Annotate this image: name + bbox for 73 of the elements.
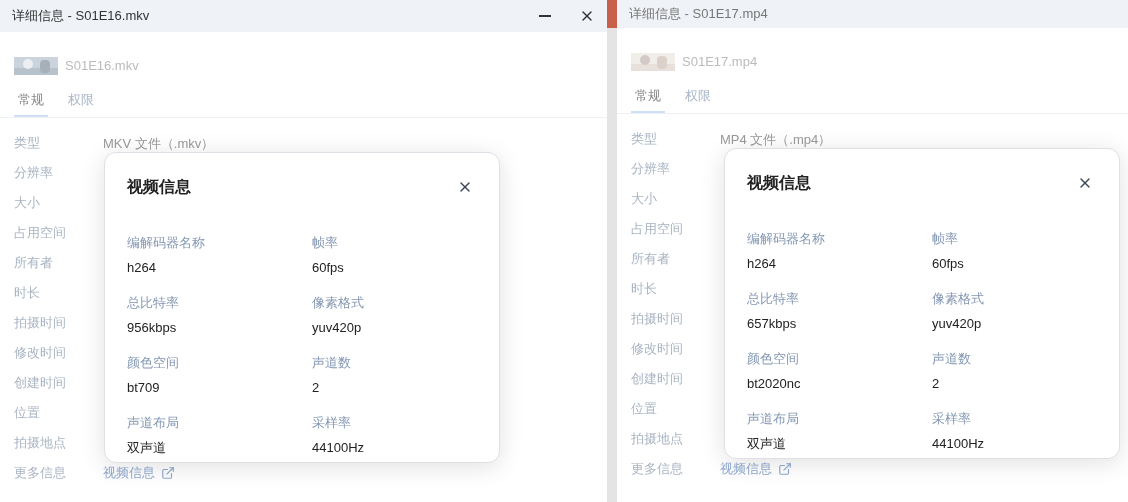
field-label: 像素格式 <box>932 290 985 308</box>
property-label: 位置 <box>14 404 41 423</box>
property-label: 时长 <box>631 280 658 299</box>
field-label: 声道布局 <box>127 414 180 432</box>
field-value: 双声道 <box>127 438 167 457</box>
field-value: 60fps <box>312 258 345 277</box>
field-value: 60fps <box>932 254 965 273</box>
external-link-icon <box>778 462 792 476</box>
field-value: bt2020nc <box>747 374 802 393</box>
field-label: 颜色空间 <box>127 354 180 372</box>
property-label: 所有者 <box>14 254 54 273</box>
field-value: 2 <box>312 378 321 397</box>
property-label: 更多信息 <box>631 460 684 479</box>
property-label: 创建时间 <box>14 374 67 393</box>
field-label: 像素格式 <box>312 294 365 312</box>
property-value: MKV 文件（.mkv） <box>103 135 215 151</box>
property-label: 大小 <box>14 194 41 213</box>
field-label: 声道数 <box>312 354 352 372</box>
field-value: h264 <box>747 254 777 273</box>
property-label: 更多信息 <box>14 464 67 483</box>
window-title: 详细信息 - S01E16.mkv <box>12 7 150 26</box>
video-info-link[interactable]: 视频信息 <box>720 459 792 479</box>
window-title: 详细信息 - S01E17.mp4 <box>629 5 768 24</box>
property-label: 类型 <box>14 134 41 153</box>
field-label: 编解码器名称 <box>747 230 826 248</box>
field-label: 编解码器名称 <box>127 234 206 252</box>
file-name: S01E17.mp4 <box>682 53 758 71</box>
property-label: 拍摄地点 <box>631 430 684 449</box>
external-link-icon <box>161 466 175 480</box>
property-label: 修改时间 <box>14 344 67 363</box>
property-label: 拍摄地点 <box>14 434 67 453</box>
video-info-link[interactable]: 视频信息 <box>103 463 175 483</box>
tab[interactable]: 常规 <box>14 89 48 117</box>
field-label: 总比特率 <box>747 290 800 308</box>
tab[interactable]: 常规 <box>631 85 665 113</box>
property-label: 拍摄时间 <box>14 314 67 333</box>
tab[interactable]: 权限 <box>681 85 715 113</box>
field-value: bt709 <box>127 378 161 397</box>
property-label: 占用空间 <box>14 224 67 243</box>
field-label: 声道布局 <box>747 410 800 428</box>
property-label: 分辨率 <box>631 160 671 179</box>
dialog-title: 视频信息 <box>127 177 191 197</box>
property-label: 大小 <box>631 190 658 209</box>
property-label: 分辨率 <box>14 164 54 183</box>
property-label: 类型 <box>631 130 658 149</box>
property-label: 拍摄时间 <box>631 310 684 329</box>
field-label: 颜色空间 <box>747 350 800 368</box>
field-value: 956kbps <box>127 318 178 337</box>
tab[interactable]: 权限 <box>64 89 98 117</box>
field-value: yuv420p <box>932 314 983 333</box>
field-value: 44100Hz <box>312 438 366 457</box>
property-label: 所有者 <box>631 250 671 269</box>
property-label: 修改时间 <box>631 340 684 359</box>
field-label: 帧率 <box>312 234 339 252</box>
property-label: 创建时间 <box>631 370 684 389</box>
field-label: 声道数 <box>932 350 972 368</box>
minimize-icon <box>539 15 551 17</box>
field-label: 总比特率 <box>127 294 180 312</box>
field-label: 帧率 <box>932 230 959 248</box>
field-value: 双声道 <box>747 434 787 453</box>
field-value: 2 <box>932 374 941 393</box>
field-value: yuv420p <box>312 318 363 337</box>
field-value: h264 <box>127 258 157 277</box>
field-label: 采样率 <box>932 410 972 428</box>
property-label: 位置 <box>631 400 658 419</box>
dialog-title: 视频信息 <box>747 173 811 193</box>
field-value: 44100Hz <box>932 434 986 453</box>
file-name: S01E16.mkv <box>65 57 139 75</box>
field-label: 采样率 <box>312 414 352 432</box>
field-value: 657kbps <box>747 314 798 333</box>
property-label: 时长 <box>14 284 41 303</box>
property-value: MP4 文件（.mp4） <box>720 131 832 147</box>
property-label: 占用空间 <box>631 220 684 239</box>
